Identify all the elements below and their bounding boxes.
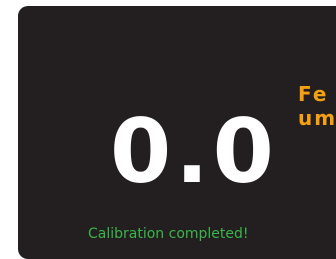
unit-label-line-2: um — [298, 106, 336, 130]
reading-value: 0.0 — [110, 100, 278, 203]
status-message: Calibration completed! — [88, 226, 249, 242]
measurement-display-panel: 0.0 Fe um Calibration completed! — [18, 6, 336, 259]
unit-label: Fe um — [298, 82, 336, 130]
unit-label-line-1: Fe — [298, 82, 329, 106]
